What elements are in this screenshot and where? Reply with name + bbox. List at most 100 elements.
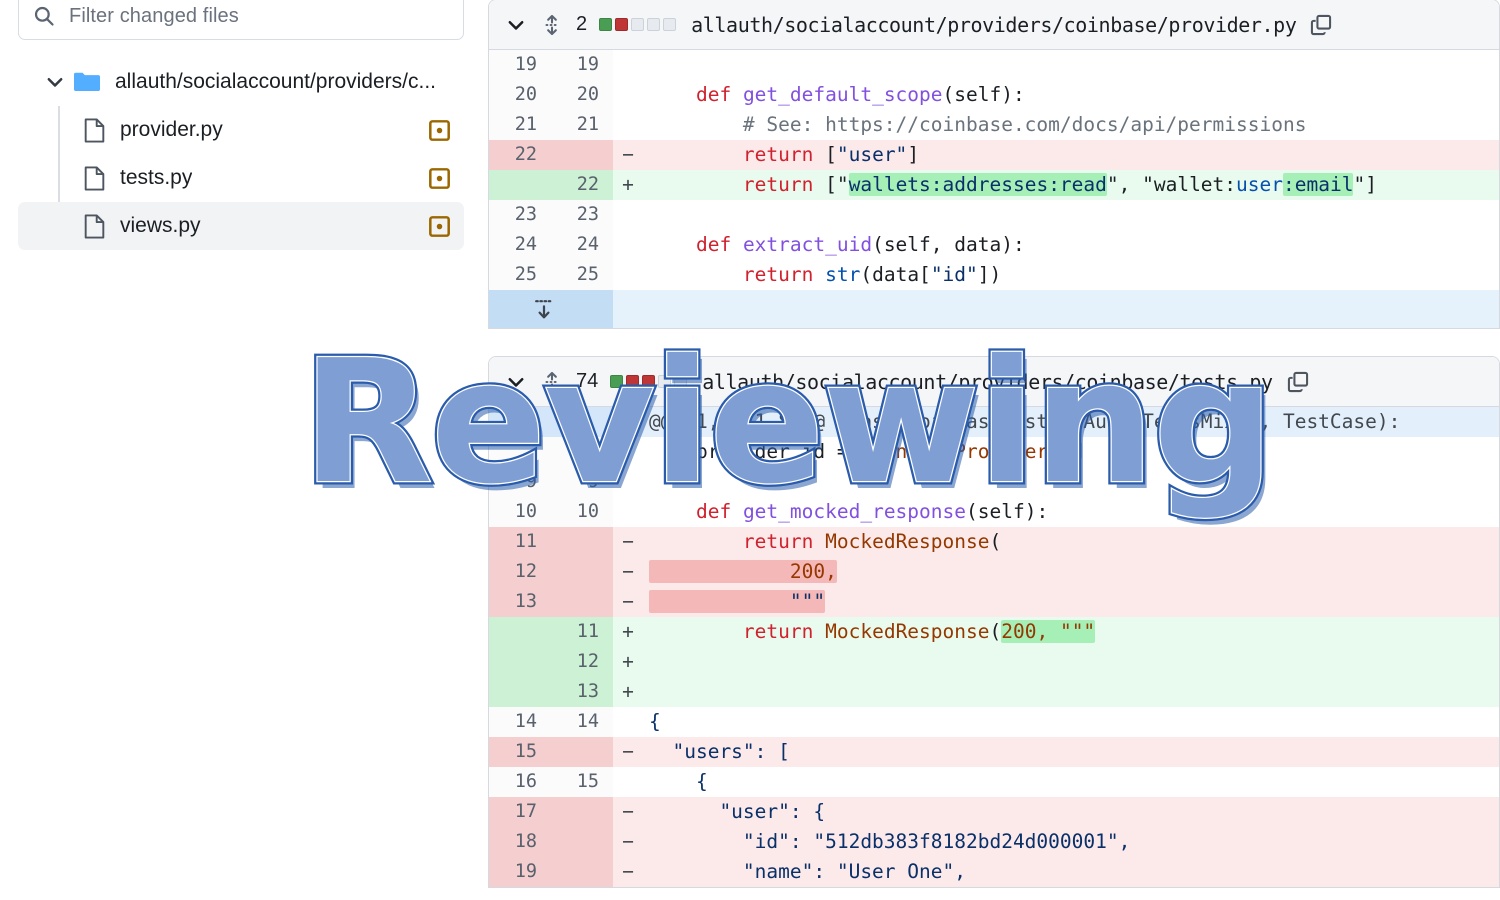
old-line-number: 12: [489, 557, 551, 587]
old-line-number: [489, 617, 551, 647]
file-icon: [84, 166, 105, 190]
diff-line-row[interactable]: 22 + return ["wallets:addresses:read", "w…: [489, 170, 1499, 200]
old-line-number: 13: [489, 587, 551, 617]
copy-icon[interactable]: [1310, 14, 1332, 36]
hunk-new-line: [551, 407, 613, 437]
diff-line-row[interactable]: 20 20 def get_default_scope(self):: [489, 80, 1499, 110]
diff-file-path[interactable]: allauth/socialaccount/providers/coinbase…: [691, 13, 1297, 37]
filter-changed-files-box[interactable]: Filter changed files: [18, 0, 464, 40]
diff-line-row[interactable]: 13 +: [489, 677, 1499, 707]
diff-code: [643, 200, 1499, 230]
tree-file-label: tests.py: [120, 166, 193, 189]
old-line-number: 19: [489, 857, 551, 887]
chevron-down-icon[interactable]: [44, 71, 66, 93]
tree-file-row-views[interactable]: views.py: [18, 202, 464, 250]
hunk-header-row[interactable]: @@ -1,4 +1,8 @@ class CoinbaseTests(OAut…: [489, 407, 1499, 437]
new-line-number: [551, 737, 613, 767]
diff-code: [643, 467, 1499, 497]
diff-marker: [613, 290, 643, 328]
diff-comment-count: 2: [576, 13, 588, 35]
diff-line-row[interactable]: 11 − return MockedResponse(: [489, 527, 1499, 557]
new-line-number: 15: [551, 767, 613, 797]
diff-stat-square-none: [663, 18, 677, 31]
diff-viewer: 2 allauth/socialaccount/providers/coinbas…: [488, 0, 1500, 900]
diff-code: "users": [: [643, 737, 1499, 767]
old-line-number: 18: [489, 827, 551, 857]
diff-file-card: 2 allauth/socialaccount/providers/coinbas…: [488, 0, 1500, 329]
diff-line-row[interactable]: 12 − 200,: [489, 557, 1499, 587]
diff-marker: [613, 497, 643, 527]
tree-folder-row[interactable]: allauth/socialaccount/providers/c...: [18, 58, 464, 106]
diff-line-row[interactable]: 18 − "id": "512db383f8182bd24d000001",: [489, 827, 1499, 857]
diff-code: "id": "512db383f8182bd24d000001",: [643, 827, 1499, 857]
diff-line-row[interactable]: 19 − "name": "User One",: [489, 857, 1499, 887]
diff-line-row[interactable]: 19 19: [489, 50, 1499, 80]
changed-files-sidebar: Filter changed files allauth/socialaccou…: [0, 0, 488, 900]
diff-line-row[interactable]: 21 21 # See: https://coinbase.com/docs/ap…: [489, 110, 1499, 140]
diff-line-row[interactable]: 22 − return ["user"]: [489, 140, 1499, 170]
diff-file-header[interactable]: 2 allauth/socialaccount/providers/coinbas…: [489, 0, 1499, 50]
tree-file-row-provider[interactable]: provider.py: [18, 106, 464, 154]
diff-table: @@ -1,4 +1,8 @@ class CoinbaseTests(OAut…: [489, 407, 1499, 887]
diff-line-row[interactable]: 15 − "users": [: [489, 737, 1499, 767]
tree-file-label: provider.py: [120, 118, 223, 141]
expand-hunk-row[interactable]: [489, 290, 1499, 328]
diff-marker: [613, 80, 643, 110]
diff-line-row[interactable]: 14 14 {: [489, 707, 1499, 737]
new-line-number: [551, 527, 613, 557]
move-vertical-icon[interactable]: [541, 14, 563, 36]
tree-file-row-tests[interactable]: tests.py: [18, 154, 464, 202]
diff-marker: +: [613, 617, 643, 647]
diff-code: """: [643, 587, 1499, 617]
chevron-down-icon[interactable]: [505, 371, 527, 393]
diff-line-row[interactable]: 10 10 def get_mocked_response(self):: [489, 497, 1499, 527]
old-line-number: [489, 677, 551, 707]
diff-line-row[interactable]: 16 15 {: [489, 767, 1499, 797]
diff-stat-square-none: [658, 375, 672, 388]
diff-code: {: [643, 707, 1499, 737]
diff-line-row[interactable]: 24 24 def extract_uid(self, data):: [489, 230, 1499, 260]
diff-stat-square-del: [642, 375, 656, 388]
dot-in-square-icon: [429, 167, 450, 189]
diff-stat-square-none: [631, 18, 645, 31]
copy-icon[interactable]: [1287, 371, 1309, 393]
old-line-number: 16: [489, 767, 551, 797]
old-line-number: [489, 170, 551, 200]
diff-marker: [613, 467, 643, 497]
diff-code: "name": "User One",: [643, 857, 1499, 887]
chevron-down-icon[interactable]: [505, 14, 527, 36]
new-line-number: [551, 140, 613, 170]
new-line-number: 9: [551, 467, 613, 497]
hunk-old-line: [489, 407, 551, 437]
old-line-number: 25: [489, 260, 551, 290]
diff-line-row[interactable]: 99: [489, 467, 1499, 497]
expand-down-icon[interactable]: [532, 296, 556, 322]
diff-line-row[interactable]: 11 + return MockedResponse(200, """: [489, 617, 1499, 647]
dot-in-square-icon: [429, 119, 450, 141]
move-vertical-icon[interactable]: [541, 371, 563, 393]
filter-input-placeholder[interactable]: Filter changed files: [69, 5, 239, 28]
old-line-number: [489, 647, 551, 677]
new-line-number: 19: [551, 50, 613, 80]
diff-file-header[interactable]: 74 allauth/socialaccount/providers/coinba…: [489, 357, 1499, 407]
diff-line-row[interactable]: 13 − """: [489, 587, 1499, 617]
diff-marker: [613, 50, 643, 80]
diff-code: provider_id = CoinbaseProvider.id: [643, 437, 1499, 467]
diff-line-row[interactable]: 12 +: [489, 647, 1499, 677]
file-icon: [84, 214, 105, 238]
diff-stat-square-add: [599, 18, 613, 31]
diff-line-row[interactable]: provider_id = CoinbaseProvider.id: [489, 437, 1499, 467]
expand-hunk-button[interactable]: [489, 290, 613, 328]
diff-marker: −: [613, 737, 643, 767]
diff-marker: [613, 707, 643, 737]
diff-line-row[interactable]: 23 23: [489, 200, 1499, 230]
diff-line-row[interactable]: 25 25 return str(data["id"]): [489, 260, 1499, 290]
new-line-number: 24: [551, 230, 613, 260]
diff-code: def get_mocked_response(self):: [643, 497, 1499, 527]
new-line-number: 11: [551, 617, 613, 647]
diff-line-row[interactable]: 17 − "user": {: [489, 797, 1499, 827]
old-line-number: 20: [489, 80, 551, 110]
new-line-number: [551, 557, 613, 587]
diff-file-path[interactable]: allauth/socialaccount/providers/coinbase…: [702, 370, 1273, 394]
old-line-number: 21: [489, 110, 551, 140]
